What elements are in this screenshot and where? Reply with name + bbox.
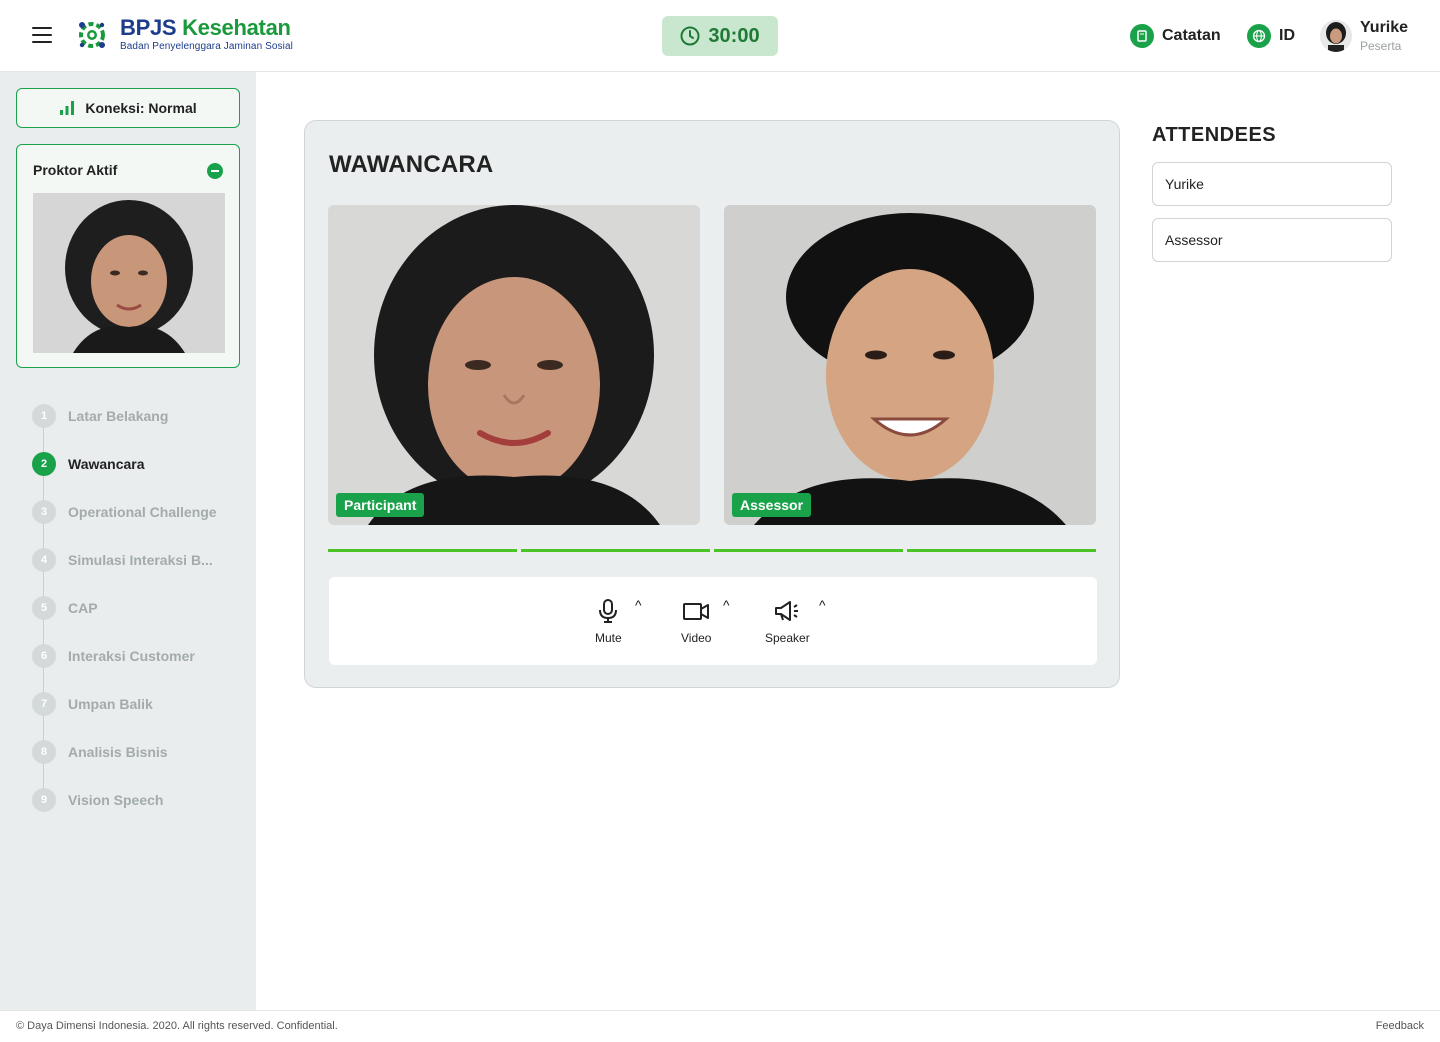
video-button[interactable]: Video — [681, 599, 711, 645]
copyright-text: © Daya Dimensi Indonesia. 2020. All righ… — [16, 1020, 338, 1032]
attendee-item: Assessor — [1152, 218, 1392, 262]
step-label: Operational Challenge — [68, 504, 217, 520]
step-item[interactable]: 1 Latar Belakang — [32, 404, 168, 428]
notes-button[interactable]: Catatan — [1130, 24, 1221, 48]
step-label: Interaksi Customer — [68, 648, 195, 664]
step-number: 5 — [32, 596, 56, 620]
step-label: Vision Speech — [68, 792, 164, 808]
step-number: 6 — [32, 644, 56, 668]
proctor-title: Proktor Aktif — [33, 162, 118, 178]
connection-status: Koneksi: Normal — [16, 88, 240, 128]
user-role: Peserta — [1360, 39, 1402, 53]
step-number: 2 — [32, 452, 56, 476]
participant-label: Participant — [336, 493, 425, 517]
hamburger-icon[interactable] — [32, 27, 52, 45]
participant-video: Participant — [328, 205, 700, 525]
microphone-icon — [599, 599, 618, 623]
step-item[interactable]: 5 CAP — [32, 596, 98, 620]
speaker-label: Speaker — [765, 631, 810, 645]
user-name: Yurike — [1360, 19, 1409, 36]
notes-icon — [1130, 24, 1154, 48]
step-label: CAP — [68, 600, 98, 616]
step-number: 3 — [32, 500, 56, 524]
step-label: Latar Belakang — [68, 408, 169, 424]
avatar — [1320, 20, 1352, 52]
video-options-caret[interactable]: ^ — [723, 597, 730, 613]
page-title: WAWANCARA — [329, 151, 494, 178]
media-controls: Mute ^ Video ^ Speaker ^ — [329, 577, 1097, 665]
sidebar: Koneksi: Normal Proktor Aktif — [0, 72, 256, 1010]
logo-subtitle: Badan Penyelenggara Jaminan Sosial — [120, 41, 293, 52]
interview-card: WAWANCARA Participant Assessor Mute ^ Vi… — [304, 120, 1120, 688]
audio-level-bar — [714, 549, 903, 552]
timer-value: 30:00 — [708, 24, 760, 47]
mute-options-caret[interactable]: ^ — [635, 597, 642, 613]
video-label: Video — [681, 631, 712, 645]
step-item-active[interactable]: 2 Wawancara — [32, 452, 145, 476]
step-item[interactable]: 8 Analisis Bisnis — [32, 740, 168, 764]
speaker-button[interactable]: Speaker — [765, 599, 810, 645]
language-selector[interactable]: ID — [1247, 24, 1295, 48]
step-item[interactable]: 4 Simulasi Interaksi B... — [32, 548, 213, 572]
step-item[interactable]: 7 Umpan Balik — [32, 692, 153, 716]
step-number: 9 — [32, 788, 56, 812]
logo-mark-icon — [76, 19, 108, 51]
bpjs-logo: BPJS Kesehatan Badan Penyelenggara Jamin… — [76, 17, 293, 52]
step-item[interactable]: 6 Interaksi Customer — [32, 644, 195, 668]
step-number: 8 — [32, 740, 56, 764]
connection-label: Koneksi: Normal — [85, 100, 197, 116]
mute-label: Mute — [595, 631, 622, 645]
signal-bars-icon — [60, 101, 75, 115]
step-item[interactable]: 9 Vision Speech — [32, 788, 163, 812]
collapse-icon[interactable] — [207, 163, 223, 179]
step-label: Wawancara — [68, 456, 145, 472]
step-item[interactable]: 3 Operational Challenge — [32, 500, 217, 524]
assessor-label: Assessor — [732, 493, 812, 517]
user-menu[interactable]: Yurike Peserta — [1320, 18, 1408, 54]
speaker-options-caret[interactable]: ^ — [819, 597, 826, 613]
step-number: 7 — [32, 692, 56, 716]
footer: © Daya Dimensi Indonesia. 2020. All righ… — [0, 1010, 1440, 1042]
step-label: Analisis Bisnis — [68, 744, 168, 760]
audio-level-bar — [907, 549, 1096, 552]
top-bar: BPJS Kesehatan Badan Penyelenggara Jamin… — [0, 0, 1440, 72]
assessor-video: Assessor — [724, 205, 1096, 525]
mute-button[interactable]: Mute — [595, 599, 622, 645]
logo-title: BPJS Kesehatan — [120, 15, 291, 40]
speaker-icon — [775, 601, 799, 621]
clock-icon — [680, 26, 700, 46]
step-number: 1 — [32, 404, 56, 428]
feedback-link[interactable]: Feedback — [1376, 1020, 1424, 1032]
countdown-timer: 30:00 — [662, 16, 778, 56]
attendee-item: Yurike — [1152, 162, 1392, 206]
step-number: 4 — [32, 548, 56, 572]
audio-level-bar — [521, 549, 710, 552]
attendees-title: ATTENDEES — [1152, 124, 1277, 146]
globe-icon — [1247, 24, 1271, 48]
step-label: Simulasi Interaksi B... — [68, 552, 213, 568]
notes-label: Catatan — [1162, 27, 1221, 44]
step-label: Umpan Balik — [68, 696, 153, 712]
audio-level-bar — [328, 549, 517, 552]
video-camera-icon — [683, 603, 710, 620]
proctor-video — [33, 193, 225, 353]
active-proctor-panel: Proktor Aktif — [16, 144, 240, 368]
language-label: ID — [1279, 27, 1295, 44]
